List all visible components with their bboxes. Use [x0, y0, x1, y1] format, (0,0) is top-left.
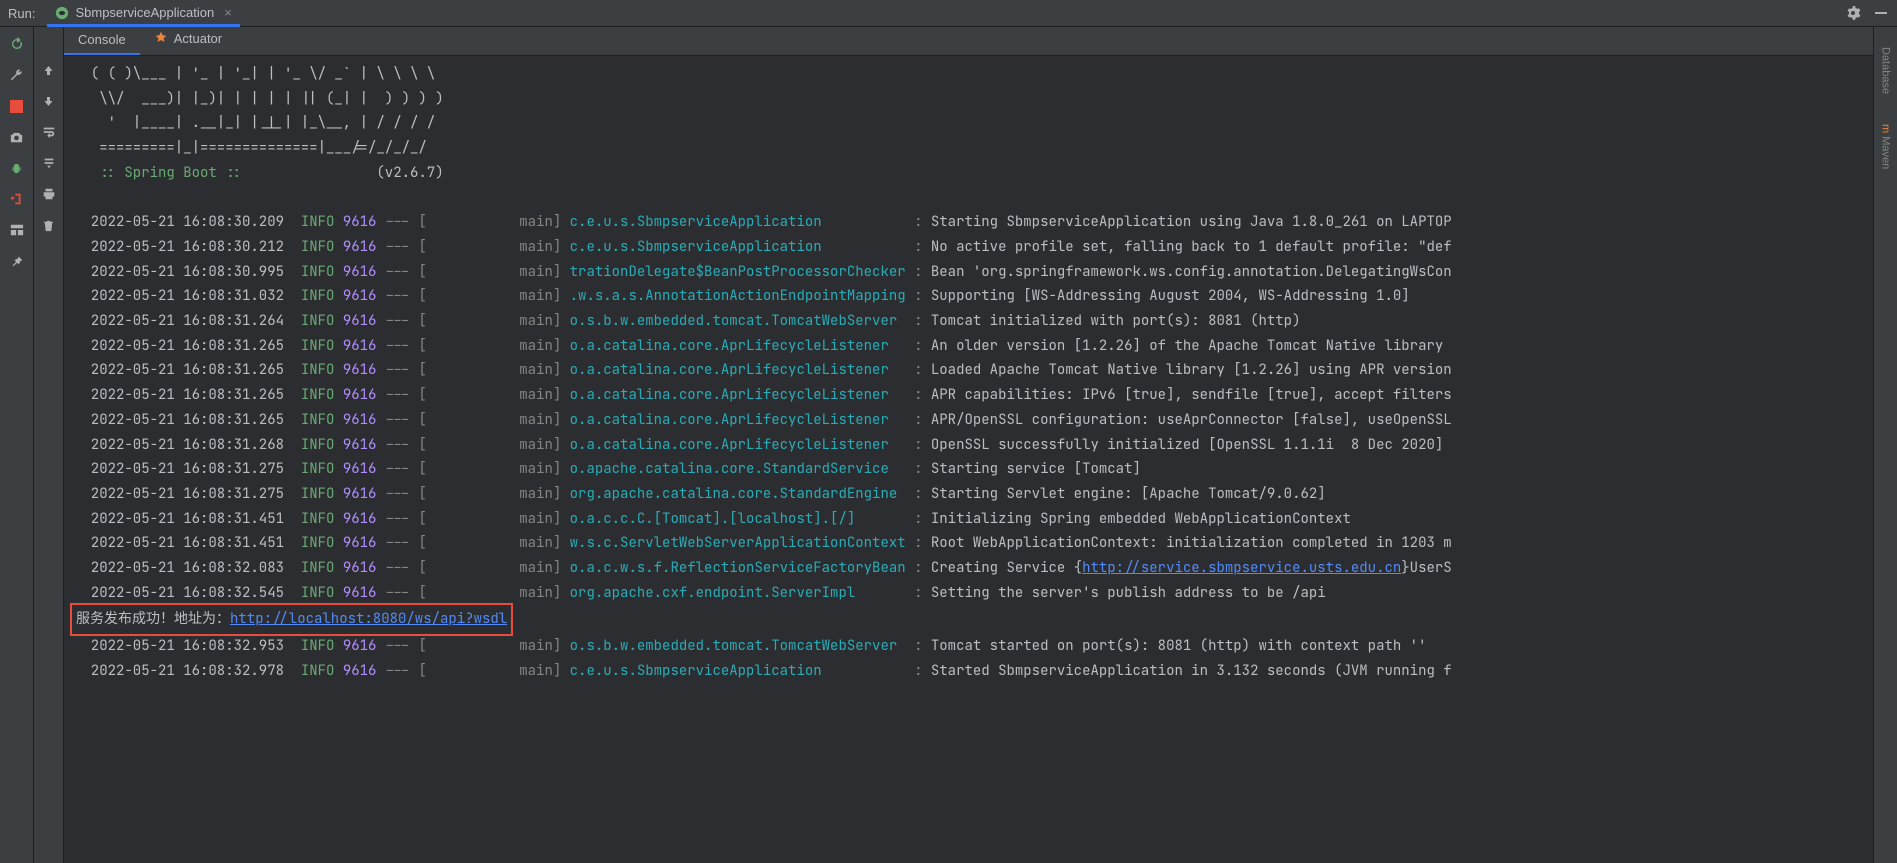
minimize-icon[interactable] — [1869, 1, 1893, 25]
close-icon[interactable]: × — [224, 5, 232, 20]
tab-actuator[interactable]: Actuator — [140, 24, 236, 55]
database-tool-button[interactable]: Database — [1880, 47, 1892, 94]
layout-icon[interactable] — [6, 219, 28, 241]
exit-icon[interactable] — [6, 188, 28, 210]
run-label: Run: — [8, 6, 35, 21]
console-output[interactable]: ( ( )\___ | '_ | '_| | '_ \/ _` | \ \ \ … — [64, 56, 1897, 863]
actuator-icon — [154, 30, 168, 47]
tab-label: Actuator — [174, 31, 222, 46]
bug-icon[interactable] — [6, 157, 28, 179]
run-tool-header: Run: SbmpserviceApplication × — [0, 0, 1897, 27]
tab-console[interactable]: Console — [64, 26, 140, 55]
down-arrow-icon[interactable] — [38, 90, 60, 112]
pin-icon[interactable] — [6, 250, 28, 272]
console-tabbar: Console Actuator — [64, 27, 1897, 56]
soft-wrap-icon[interactable] — [38, 121, 60, 143]
right-tool-rail: Database m Maven — [1873, 27, 1897, 863]
camera-icon[interactable] — [6, 126, 28, 148]
left-toolbar — [0, 27, 34, 863]
wrench-icon[interactable] — [6, 64, 28, 86]
print-icon[interactable] — [38, 183, 60, 205]
run-config-name: SbmpserviceApplication — [75, 5, 214, 20]
maven-tool-button[interactable]: m Maven — [1880, 124, 1892, 169]
spring-icon — [55, 6, 69, 20]
tab-label: Console — [78, 32, 126, 47]
rerun-icon[interactable] — [6, 33, 28, 55]
trash-icon[interactable] — [38, 214, 60, 236]
scroll-end-icon[interactable] — [38, 152, 60, 174]
stop-icon[interactable] — [6, 95, 28, 117]
up-arrow-icon[interactable] — [38, 59, 60, 81]
console-toolbar — [34, 27, 64, 863]
settings-icon[interactable] — [1841, 1, 1865, 25]
